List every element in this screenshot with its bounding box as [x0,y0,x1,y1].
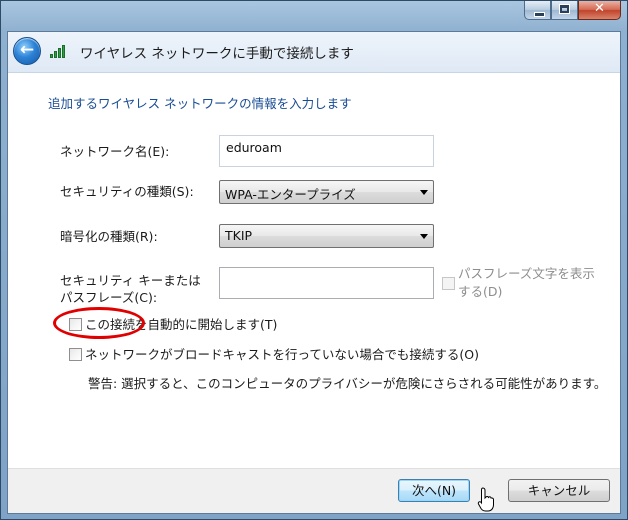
maximize-icon [559,4,570,14]
encryption-type-label: 暗号化の種類(R): [60,229,158,244]
cancel-button[interactable]: キャンセル [508,479,610,502]
encryption-type-select[interactable]: TKIP [219,224,434,248]
back-button[interactable]: ← [13,37,41,65]
window-controls: ✕ [524,1,621,20]
wizard-title: ワイヤレス ネットワークに手動で接続します [80,46,354,62]
wizard-header: ← ワイヤレス ネットワークに手動で接続します [8,32,620,73]
close-button[interactable]: ✕ [578,1,621,20]
auto-connect-checkbox[interactable] [69,318,82,331]
security-type-value: WPA-エンタープライズ [225,187,356,202]
back-arrow-icon: ← [19,40,35,60]
wireless-signal-icon [50,44,68,58]
network-name-input[interactable]: eduroam [219,135,434,167]
show-characters-label-line1: パスフレーズ文字を表示 [458,266,595,281]
instruction-heading: 追加するワイヤレス ネットワークの情報を入力します [48,96,352,111]
privacy-warning: 警告: 選択すると、このコンピュータのプライバシーが危険にさらされる可能性があり… [88,376,607,391]
minimize-button[interactable] [524,1,551,20]
chevron-down-icon [420,190,428,195]
security-type-label: セキュリティの種類(S): [60,184,194,199]
security-type-select[interactable]: WPA-エンタープライズ [219,180,434,204]
show-characters-checkbox[interactable] [442,277,455,290]
security-key-input[interactable] [219,267,434,299]
next-button[interactable]: 次へ(N) [398,479,470,502]
dialog-window: ✕ ← ワイヤレス ネットワークに手動で接続します 追加するワイヤレス ネットワ… [0,0,628,520]
close-icon: ✕ [594,1,605,16]
connect-hidden-label[interactable]: ネットワークがブロードキャストを行っていない場合でも接続する(O) [85,346,479,363]
network-name-label: ネットワーク名(E): [60,144,170,159]
minimize-icon [534,12,545,17]
dialog-content: ← ワイヤレス ネットワークに手動で接続します 追加するワイヤレス ネットワーク… [7,31,621,514]
encryption-type-value: TKIP [225,228,253,243]
auto-connect-label[interactable]: この接続を自動的に開始します(T) [85,316,277,333]
show-characters-label-line2: する(D) [458,284,503,299]
hand-cursor-icon [477,487,494,512]
security-key-label-line1: セキュリティ キーまたは [60,273,201,288]
connect-hidden-checkbox[interactable] [69,348,82,361]
title-bar[interactable]: ✕ [1,1,627,33]
maximize-button[interactable] [551,1,578,20]
wizard-footer: 次へ(N) キャンセル [8,468,620,513]
chevron-down-icon [420,234,428,239]
security-key-label-line2: パスフレーズ(C): [60,290,158,305]
